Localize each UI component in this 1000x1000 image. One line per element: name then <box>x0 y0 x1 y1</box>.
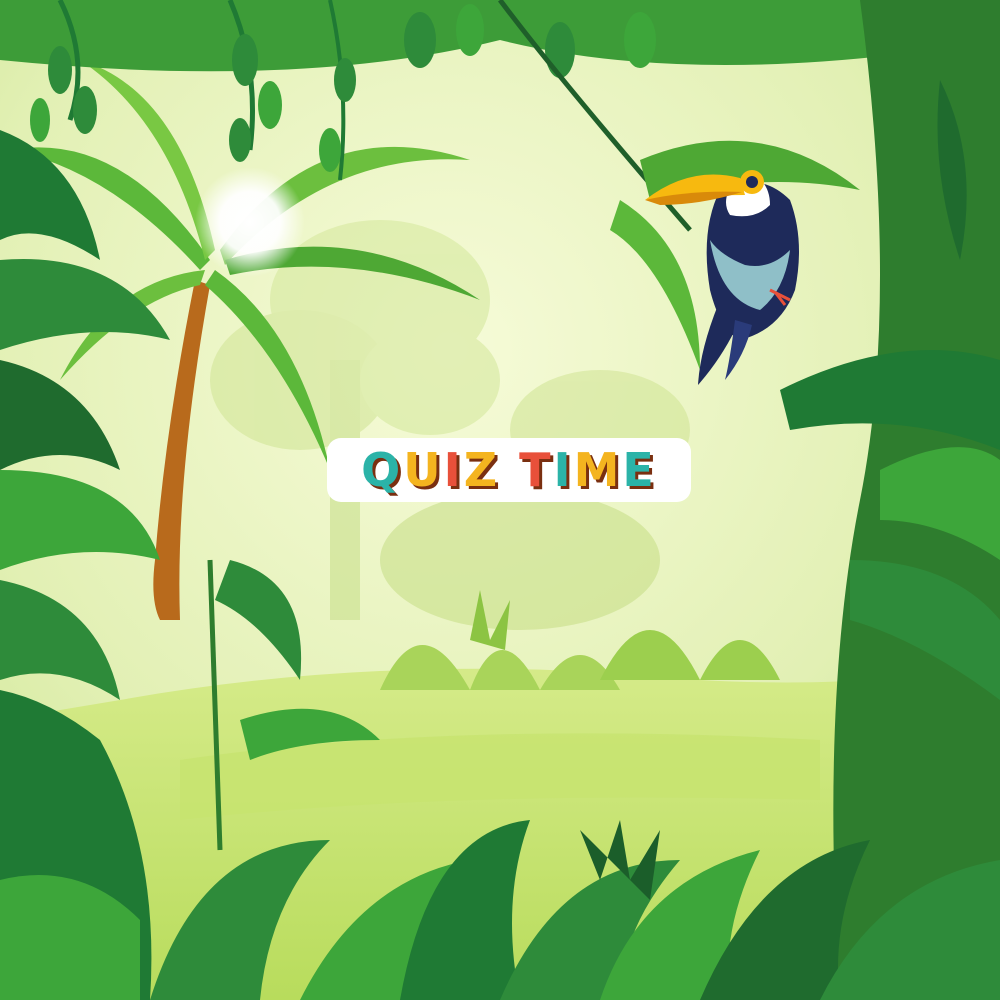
sun-glow-icon <box>195 167 305 277</box>
title-letter: T <box>519 443 554 497</box>
title-space <box>500 443 519 497</box>
title-letter: U <box>403 443 444 497</box>
title-letter: I <box>443 443 464 497</box>
title-letter: I <box>553 443 574 497</box>
title-letter: Z <box>463 443 501 497</box>
title-letter: E <box>622 443 657 497</box>
jungle-scene: QUIZ TIME <box>0 0 1000 1000</box>
title-letter: Q <box>361 443 404 497</box>
title-letter: M <box>573 443 623 497</box>
title-letter: QUIZ TIME <box>361 447 657 493</box>
quiz-time-title: QUIZ TIME <box>327 438 691 502</box>
